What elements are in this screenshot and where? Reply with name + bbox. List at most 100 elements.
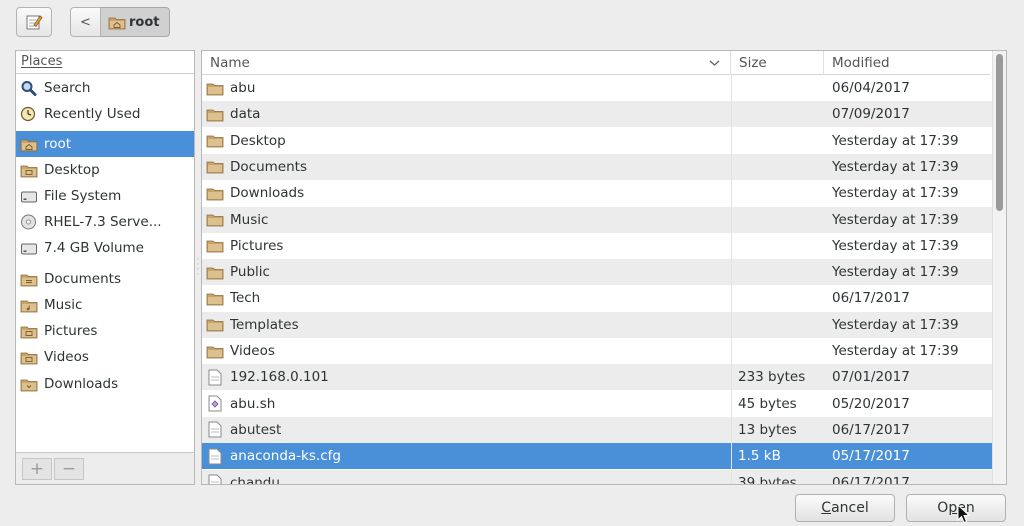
folder-icon <box>206 188 224 201</box>
file-row[interactable]: data 07/09/2017 <box>202 101 992 128</box>
back-button[interactable]: < <box>70 7 101 37</box>
add-bookmark-button[interactable]: + <box>22 458 52 480</box>
file-name: Downloads <box>230 185 305 202</box>
file-row[interactable]: abutest 13 bytes 06/17/2017 <box>202 416 992 443</box>
file-modified: Yesterday at 17:39 <box>832 132 959 149</box>
file-name-cell: Tech <box>206 285 726 311</box>
sidebar-item-rhel-disc[interactable]: RHEL-7.3 Serve... <box>16 209 194 235</box>
places-sidebar: Places Search Recently Used root Desktop <box>15 50 195 485</box>
file-row[interactable]: Documents Yesterday at 17:39 <box>202 153 992 180</box>
file-name-cell: Downloads <box>206 180 726 206</box>
file-name-cell: abu <box>206 75 726 101</box>
breadcrumb-root-button[interactable]: root <box>101 7 170 37</box>
file-modified: Yesterday at 17:39 <box>832 158 959 175</box>
file-name-cell: Templates <box>206 312 726 338</box>
file-name-cell: data <box>206 101 726 127</box>
vertical-scrollbar[interactable] <box>992 51 1006 484</box>
file-modified: 06/17/2017 <box>832 421 910 438</box>
folder-icon <box>206 214 224 227</box>
file-row[interactable]: Pictures Yesterday at 17:39 <box>202 233 992 259</box>
sidebar-item-recently-used[interactable]: Recently Used <box>16 101 194 127</box>
file-row[interactable]: Public Yesterday at 17:39 <box>202 259 992 286</box>
file-name: Music <box>230 211 269 228</box>
text-file-icon <box>208 369 222 386</box>
file-size <box>738 285 824 311</box>
file-name: anaconda-ks.cfg <box>230 448 341 465</box>
file-size <box>738 180 824 206</box>
file-row[interactable]: abu 06/04/2017 <box>202 75 992 101</box>
sidebar-item-volume[interactable]: 7.4 GB Volume <box>16 235 194 261</box>
column-header-size[interactable]: Size <box>731 51 824 75</box>
file-name-cell: 192.168.0.101 <box>206 364 726 390</box>
column-divider <box>731 75 732 484</box>
folder-icon <box>206 161 224 174</box>
file-row[interactable]: Downloads Yesterday at 17:39 <box>202 180 992 206</box>
file-name-cell: Desktop <box>206 128 726 154</box>
text-file-icon <box>208 448 222 465</box>
file-row[interactable]: Music Yesterday at 17:39 <box>202 206 992 233</box>
file-size <box>738 154 824 180</box>
file-modified: Yesterday at 17:39 <box>832 237 959 254</box>
file-name: abu <box>230 80 256 96</box>
file-name: Public <box>230 264 270 281</box>
sidebar-item-music[interactable]: Music <box>16 292 194 318</box>
edit-location-button[interactable] <box>16 7 52 37</box>
sidebar-item-downloads[interactable]: Downloads <box>16 371 194 397</box>
home-folder-icon <box>108 17 126 29</box>
file-size <box>738 75 824 101</box>
sidebar-item-search[interactable]: Search <box>16 75 194 101</box>
cancel-button[interactable]: Cancel <box>795 494 895 522</box>
file-modified: 07/01/2017 <box>832 369 910 386</box>
file-name-cell: abu.sh <box>206 391 726 417</box>
file-modified: Yesterday at 17:39 <box>832 264 959 281</box>
file-list: Name Size Modified abu 06/04/2017 data 07/0… <box>201 50 1007 485</box>
sidebar-item-root[interactable]: root <box>16 131 194 157</box>
file-modified: Yesterday at 17:39 <box>832 211 959 228</box>
file-name-cell: Pictures <box>206 233 726 259</box>
file-modified: Yesterday at 17:39 <box>832 316 959 333</box>
mouse-cursor-icon <box>957 504 971 524</box>
file-name: Videos <box>230 343 275 359</box>
file-row[interactable]: Videos Yesterday at 17:39 <box>202 338 992 364</box>
column-header-name[interactable]: Name <box>202 51 731 75</box>
file-row[interactable]: abu.sh 45 bytes 05/20/2017 <box>202 391 992 417</box>
open-button[interactable]: Op en <box>906 494 1006 522</box>
sidebar-item-documents[interactable]: Documents <box>16 266 194 292</box>
file-name: Pictures <box>230 237 284 254</box>
desktop-folder-icon <box>20 165 38 177</box>
home-folder-icon <box>20 139 38 151</box>
sidebar-item-label: Videos <box>44 349 89 365</box>
file-row[interactable]: Desktop Yesterday at 17:39 <box>202 128 992 154</box>
sidebar-item-label: root <box>44 136 72 152</box>
sidebar-item-label: Desktop <box>44 162 100 178</box>
file-name: data <box>230 106 261 123</box>
sidebar-item-file-system[interactable]: File System <box>16 183 194 209</box>
file-size: 13 bytes <box>738 421 797 438</box>
sidebar-item-pictures[interactable]: Pictures <box>16 318 194 344</box>
file-name: 192.168.0.101 <box>230 369 329 386</box>
file-name: abu.sh <box>230 395 276 412</box>
file-row[interactable]: Tech 06/17/2017 <box>202 285 992 311</box>
folder-icon <box>20 379 38 391</box>
file-modified: 05/20/2017 <box>832 395 910 412</box>
pencil-edit-icon <box>26 15 43 30</box>
remove-bookmark-button[interactable]: − <box>54 458 84 480</box>
sidebar-item-videos[interactable]: Videos <box>16 344 194 370</box>
folder-icon <box>206 293 224 306</box>
file-row[interactable]: 192.168.0.101 233 bytes 07/01/2017 <box>202 364 992 391</box>
scrollbar-thumb[interactable] <box>996 54 1003 211</box>
file-row[interactable]: Templates Yesterday at 17:39 <box>202 311 992 338</box>
pane-resize-handle[interactable]: · · · · <box>196 256 200 280</box>
sidebar-item-label: RHEL-7.3 Serve... <box>44 214 162 230</box>
sidebar-item-label: Music <box>44 297 83 313</box>
column-header-modified[interactable]: Modified <box>824 51 990 75</box>
file-size <box>738 128 824 154</box>
file-row[interactable]: anaconda-ks.cfg 1.5 kB 05/17/2017 <box>202 443 992 470</box>
file-row[interactable]: chandu 39 bytes 06/17/2017 <box>202 469 992 484</box>
file-modified: 05/17/2017 <box>832 448 910 465</box>
file-name-cell: anaconda-ks.cfg <box>206 443 726 469</box>
folder-icon <box>206 135 224 148</box>
sidebar-item-desktop[interactable]: Desktop <box>16 157 194 183</box>
file-size <box>738 233 824 259</box>
text-file-icon <box>208 474 222 484</box>
